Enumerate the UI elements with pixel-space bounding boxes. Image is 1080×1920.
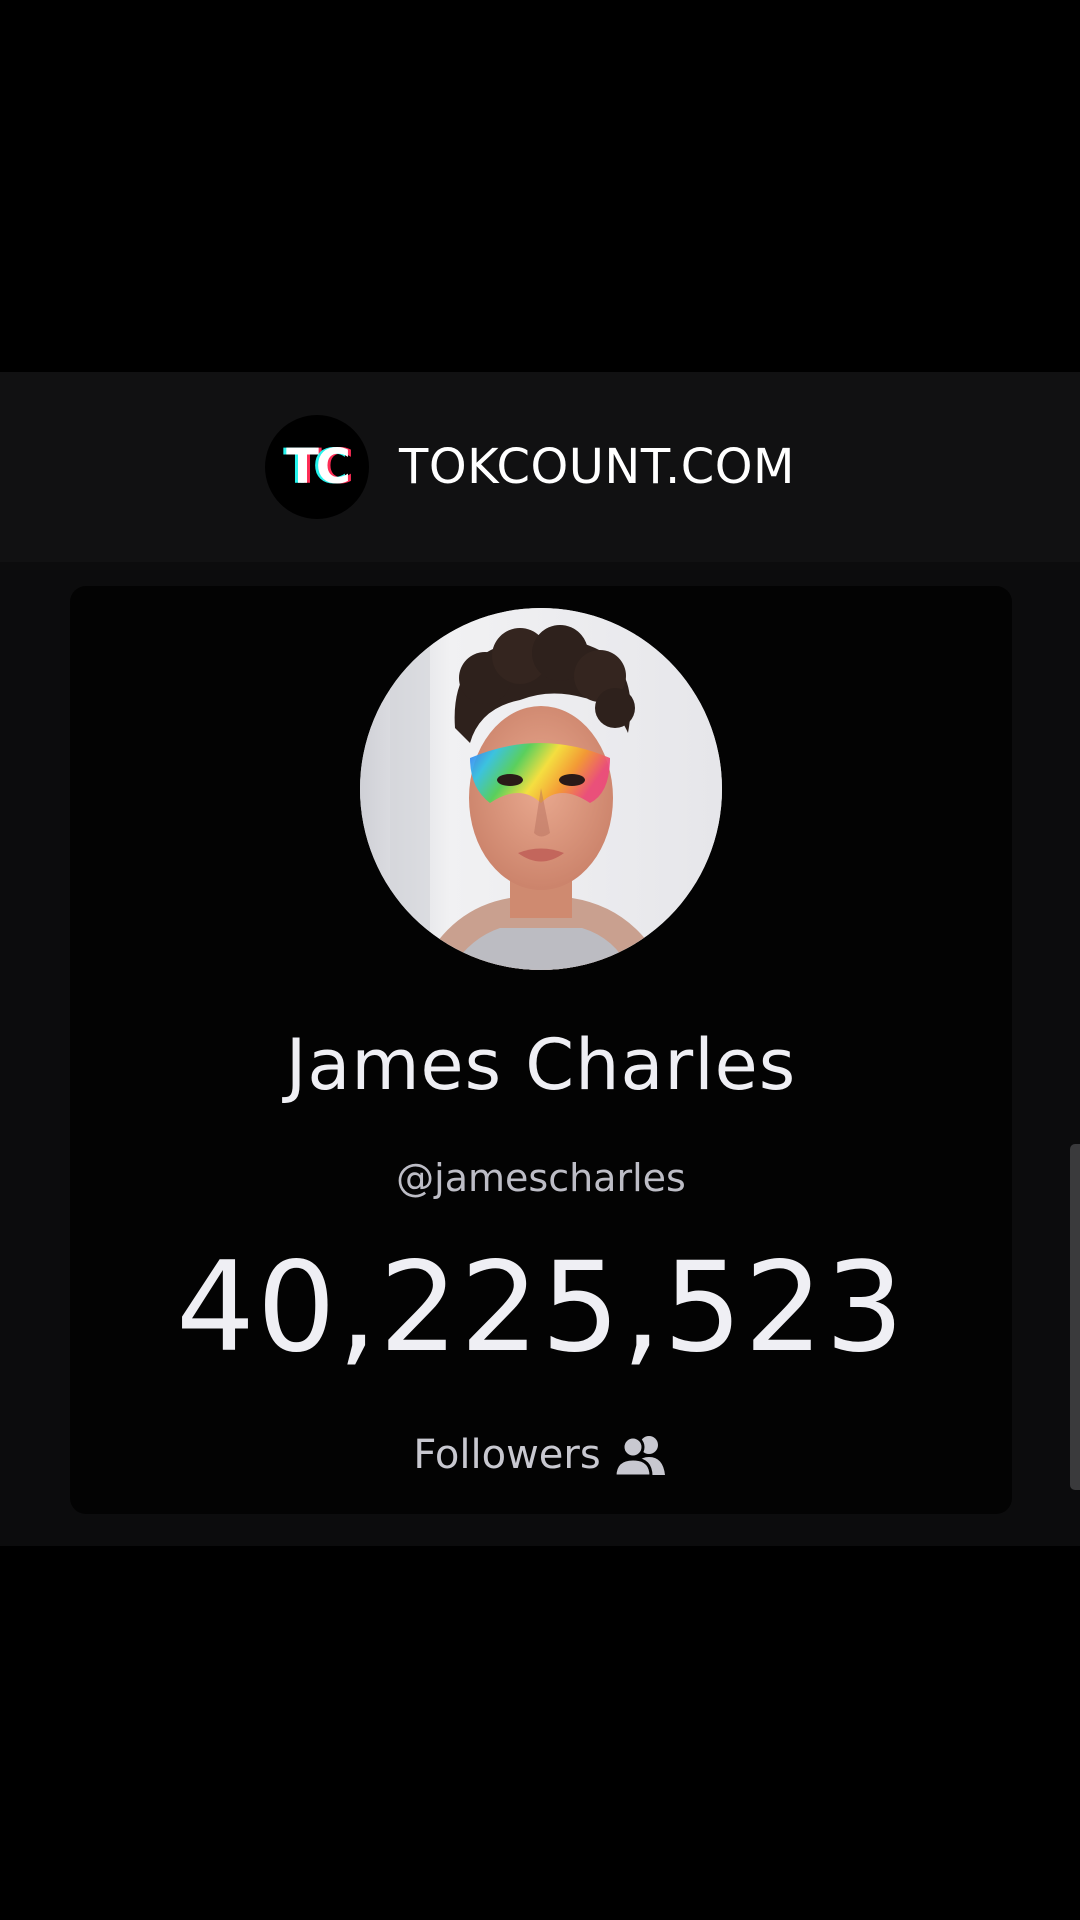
username-handle[interactable]: @jamescharles	[70, 1156, 1012, 1200]
follower-count: 40,225,523	[176, 1236, 906, 1380]
display-name: James Charles	[285, 1024, 797, 1106]
followers-label-row: Followers	[70, 1432, 1012, 1478]
tokcount-widget: TC TOKCOUNT.COM James Charles @jameschar…	[0, 372, 1080, 1546]
logo-text: TC	[286, 439, 351, 495]
followers-label: Followers	[413, 1432, 601, 1478]
site-name: TOKCOUNT.COM	[399, 439, 795, 495]
site-header: TC TOKCOUNT.COM	[0, 372, 1080, 562]
profile-card: James Charles @jamescharles 40,225,523 F…	[70, 586, 1012, 1514]
tokcount-logo-icon: TC	[265, 415, 370, 519]
users-icon	[613, 1435, 665, 1477]
profile-photo	[360, 608, 722, 970]
profile-avatar	[360, 608, 722, 970]
screen: TC TOKCOUNT.COM James Charles @jameschar…	[0, 0, 1080, 1920]
scrollbar[interactable]	[1070, 1144, 1080, 1490]
brand-link[interactable]: TC TOKCOUNT.COM	[265, 415, 795, 519]
